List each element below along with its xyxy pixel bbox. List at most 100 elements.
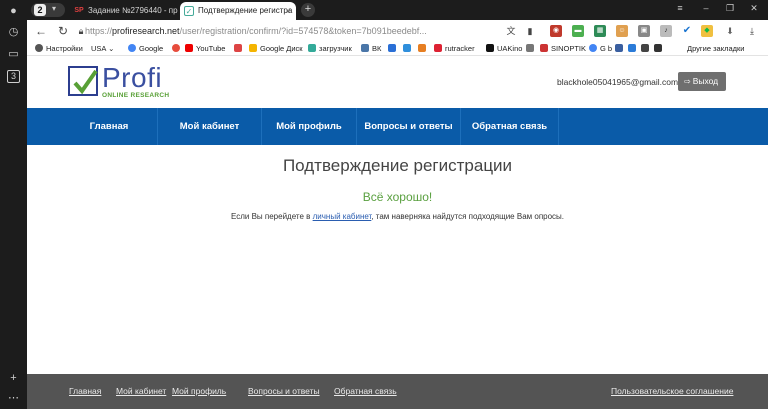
url-prefix: https:// <box>85 26 113 36</box>
extension-icon[interactable]: ▬ <box>572 25 584 37</box>
bookmark-item[interactable] <box>418 43 429 55</box>
tab-count-button[interactable]: 2 ▾ <box>31 3 65 17</box>
add-panel-icon[interactable]: + <box>7 372 20 385</box>
logout-label: Выход <box>692 76 719 86</box>
bookmark-usa[interactable]: USA ⌄ <box>91 43 114 55</box>
bookmark-youtube[interactable]: YouTube <box>185 43 225 55</box>
bookmark-item[interactable] <box>172 43 183 55</box>
gear-icon <box>35 44 43 52</box>
profi-logo[interactable]: Profi ONLINE RESEARCH <box>68 62 170 100</box>
close-window-icon[interactable]: ✕ <box>747 3 761 14</box>
bookmark-vk[interactable]: ВК <box>361 43 381 55</box>
menu-icon[interactable]: ≡ <box>673 3 687 13</box>
footer-link-faq[interactable]: Вопросы и ответы <box>248 386 320 396</box>
bookmark-item[interactable] <box>526 43 537 55</box>
drive-icon <box>249 44 257 52</box>
logo-brand: Profi <box>102 62 163 93</box>
close-tab-icon[interactable]: × <box>286 2 291 20</box>
bookmark-item[interactable] <box>615 43 626 55</box>
extension-icon[interactable]: ⬇ <box>724 25 736 37</box>
reload-icon[interactable]: ↻ <box>56 24 70 38</box>
shield-icon[interactable]: ◆ <box>701 25 713 37</box>
main-nav: Главная Мой кабинет Мой профиль Вопросы … <box>27 108 768 145</box>
footer-link-feedback[interactable]: Обратная связь <box>334 386 397 396</box>
cabinet-link[interactable]: личный кабинет <box>313 212 372 221</box>
bookmark-item[interactable] <box>641 43 652 55</box>
nav-cabinet[interactable]: Мой кабинет <box>158 108 262 145</box>
sidebar-badge-icon[interactable]: 3 <box>7 70 20 83</box>
footer-link-cabinet[interactable]: Мой кабинет <box>116 386 166 396</box>
vk-icon <box>361 44 369 52</box>
translate-icon[interactable]: 文 <box>504 24 518 38</box>
browser-sidebar: ● ◷ ▭ 3 + ⋯ <box>0 0 27 409</box>
url-host: profiresearch.net <box>112 26 180 36</box>
site-icon <box>654 44 662 52</box>
web-page: Profi ONLINE RESEARCH blackhole05041965@… <box>27 56 768 409</box>
chevron-down-icon: ▾ <box>52 4 57 13</box>
bookmark-google-drive[interactable]: Google Диск <box>249 43 303 55</box>
google-icon <box>589 44 597 52</box>
nav-feedback[interactable]: Обратная связь <box>461 108 559 145</box>
footer-link-agreement[interactable]: Пользовательское соглашение <box>611 386 733 396</box>
site-icon <box>172 44 180 52</box>
bookmark-google[interactable]: Google <box>128 43 163 55</box>
more-icon[interactable]: ⋯ <box>7 392 20 405</box>
footer-link-profile[interactable]: Мой профиль <box>172 386 226 396</box>
history-icon[interactable]: ◷ <box>7 26 20 39</box>
check-favicon-icon: ✓ <box>184 6 194 16</box>
user-email: blackhole05041965@gmail.com <box>557 77 679 87</box>
bookmark-icon[interactable]: ▮ <box>523 24 537 38</box>
page-title: Подтверждение регистрации <box>282 156 513 175</box>
success-message: Всё хорошо! <box>362 190 433 204</box>
tab-registration[interactable]: ✓ Подтверждение регистра × <box>180 2 296 20</box>
collections-icon[interactable]: ▭ <box>7 48 20 61</box>
url-field[interactable]: https://profiresearch.net/user/registrat… <box>85 24 427 38</box>
profile-icon[interactable]: ● <box>7 5 20 18</box>
download-icon[interactable]: ⤓ <box>746 25 758 37</box>
site-icon <box>434 44 442 52</box>
site-icon <box>486 44 494 52</box>
url-path: /user/registration/confirm/?id=574578&to… <box>179 26 427 36</box>
new-tab-button[interactable]: + <box>301 3 315 17</box>
site-icon <box>526 44 534 52</box>
extension-icon[interactable]: ▣ <box>638 25 650 37</box>
minimize-icon[interactable]: – <box>699 3 713 13</box>
bookmark-item[interactable] <box>628 43 639 55</box>
bookmark-loader[interactable]: загрузчик <box>308 43 352 55</box>
extension-icon[interactable]: ♪ <box>660 25 672 37</box>
bookmark-rutracker[interactable]: rutracker <box>434 43 475 55</box>
extension-icon[interactable]: ✔ <box>681 25 693 37</box>
address-bar: ← ↻ 🔒︎ https://profiresearch.net/user/re… <box>27 20 768 42</box>
bookmark-item[interactable] <box>234 43 245 55</box>
bookmark-item[interactable] <box>388 43 399 55</box>
nav-faq[interactable]: Вопросы и ответы <box>357 108 461 145</box>
bookmark-uakino[interactable]: UAKino <box>486 43 522 55</box>
nav-profile[interactable]: Мой профиль <box>262 108 357 145</box>
bookmark-gb[interactable]: G b <box>589 43 612 55</box>
bookmark-settings[interactable]: Настройки <box>35 43 83 55</box>
logo-subtitle: ONLINE RESEARCH <box>102 92 170 99</box>
logout-icon: ⇨ <box>684 77 691 86</box>
bookmark-item[interactable] <box>654 43 665 55</box>
google-icon <box>128 44 136 52</box>
nav-home[interactable]: Главная <box>61 108 158 145</box>
site-icon <box>418 44 426 52</box>
extension-icon[interactable]: ▦ <box>594 25 606 37</box>
bookmark-item[interactable] <box>403 43 414 55</box>
footer: Главная Мой кабинет Мой профиль Вопросы … <box>27 374 768 409</box>
restore-icon[interactable]: ❐ <box>723 3 737 14</box>
footer-link-home[interactable]: Главная <box>69 386 101 396</box>
site-icon <box>308 44 316 52</box>
tab-task[interactable]: SP Задание №2796440 - про <box>70 2 178 20</box>
back-icon[interactable]: ← <box>34 24 48 38</box>
extension-icon[interactable]: ☺ <box>616 25 628 37</box>
bookmarks-bar: Настройки USA ⌄ Google YouTube Google Ди… <box>27 42 768 56</box>
site-icon <box>403 44 411 52</box>
site-icon <box>540 44 548 52</box>
site-icon <box>641 44 649 52</box>
extension-icon[interactable]: ◉ <box>550 25 562 37</box>
browser-window: ● ◷ ▭ 3 + ⋯ 2 ▾ SP Задание №2796440 - пр… <box>0 0 768 409</box>
bookmark-sinoptik[interactable]: SINOPTIK <box>540 43 586 55</box>
logout-button[interactable]: ⇨ Выход <box>678 72 726 91</box>
bookmark-other[interactable]: Другие закладки <box>687 43 744 55</box>
